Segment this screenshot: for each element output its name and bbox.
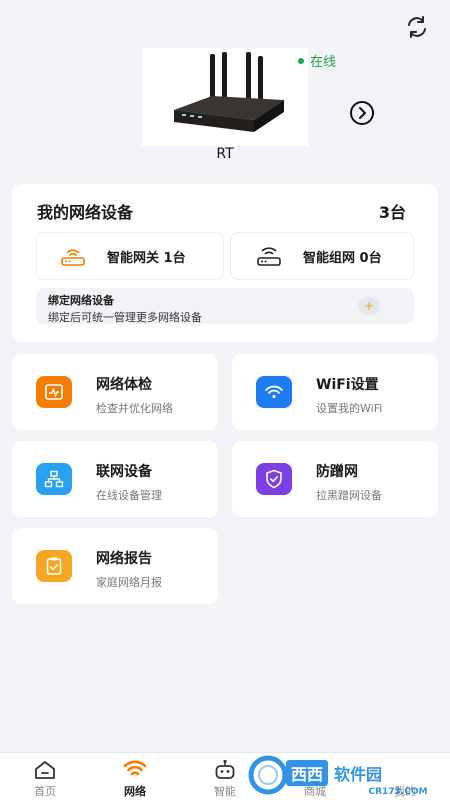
svg-text:软件园: 软件园 (334, 765, 382, 784)
bind-title: 绑定网络设备 (48, 294, 114, 307)
device-name: RT (216, 146, 234, 162)
wifi-icon (256, 376, 292, 408)
svg-text:西西: 西西 (291, 765, 323, 784)
smart-gateway-label: 智能网关 1台 (107, 250, 186, 266)
smart-mesh-label: 智能组网 0台 (303, 250, 382, 266)
device-detail-button[interactable] (349, 100, 375, 126)
wifi-icon (123, 760, 147, 776)
robot-icon (215, 759, 235, 779)
mesh-router-icon (257, 247, 281, 266)
online-status: 在线 (298, 51, 336, 70)
feature-network-report[interactable]: 网络报告 家庭网络月报 (12, 528, 218, 604)
home-icon (35, 761, 55, 779)
smart-mesh-card[interactable]: 智能组网 0台 (230, 232, 414, 280)
checkup-icon (36, 376, 72, 408)
router-icon (61, 249, 85, 266)
feature-connected-devices[interactable]: 联网设备 在线设备管理 (12, 441, 218, 517)
bind-device-bar[interactable]: 绑定网络设备 绑定后可统一管理更多网络设备 + (36, 288, 414, 324)
refresh-button[interactable] (402, 12, 432, 42)
feature-title: 网络报告 (96, 551, 152, 567)
feature-description: 拉黑蹭网设备 (316, 489, 382, 502)
chevron-right-circle-icon (350, 101, 374, 125)
devices-title: 我的网络设备 (37, 203, 134, 222)
svg-text:CR173.COM: CR173.COM (369, 787, 428, 797)
feature-wifi-settings[interactable]: WiFi设置 设置我的WiFi (232, 354, 438, 430)
report-icon (36, 550, 72, 582)
smart-gateway-card[interactable]: 智能网关 1台 (36, 232, 224, 280)
status-text: 在线 (310, 55, 337, 70)
feature-title: WiFi设置 (316, 377, 379, 393)
devices-count: 3台 (378, 203, 406, 222)
tab-network[interactable]: 网络 (90, 753, 180, 800)
bind-description: 绑定后可统一管理更多网络设备 (48, 311, 202, 324)
bind-add-button[interactable]: + (358, 297, 380, 315)
feature-title: 联网设备 (96, 464, 152, 480)
network-devices-icon (36, 463, 72, 495)
tab-label: 网络 (124, 785, 146, 798)
tab-home[interactable]: 首页 (0, 753, 90, 800)
feature-anti-leech[interactable]: 防蹭网 拉黑蹭网设备 (232, 441, 438, 517)
feature-description: 在线设备管理 (96, 489, 162, 502)
my-network-devices-card: 我的网络设备 3台 智能网关 1台 智能组网 0台 绑定网络设备 绑定后可统一管… (12, 184, 438, 342)
feature-description: 家庭网络月报 (96, 576, 162, 589)
status-dot (298, 57, 304, 64)
tab-label: 首页 (34, 785, 56, 798)
feature-title: 网络体检 (96, 377, 152, 393)
feature-title: 防蹭网 (316, 464, 358, 480)
watermark-logo: 西西 软件园 CR173.COM (248, 755, 442, 797)
feature-description: 检查并优化网络 (96, 402, 173, 415)
feature-description: 设置我的WiFi (316, 402, 383, 415)
shield-icon (256, 463, 292, 495)
refresh-icon (408, 16, 426, 38)
router-image (142, 48, 308, 146)
feature-network-checkup[interactable]: 网络体检 检查并优化网络 (12, 354, 218, 430)
